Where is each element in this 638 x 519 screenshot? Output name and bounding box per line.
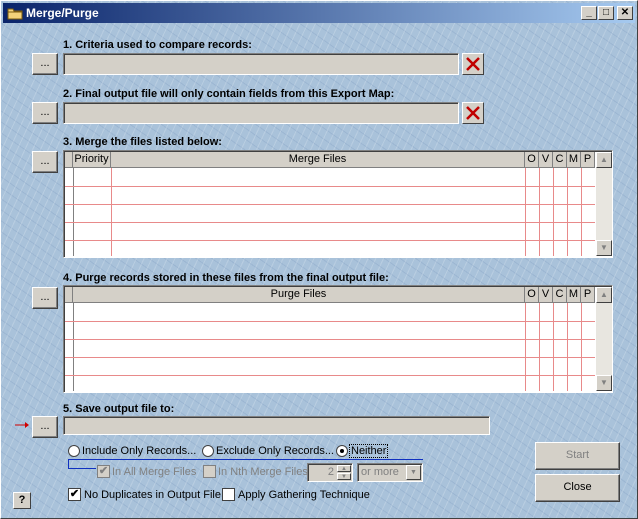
o-column-header[interactable]: O: [525, 287, 539, 303]
table-row[interactable]: [65, 375, 595, 376]
merge-browse-button[interactable]: ...: [32, 151, 58, 173]
merge-grid-header: Priority Merge Files O V C M P: [65, 152, 595, 168]
neither-radio[interactable]: [336, 445, 348, 457]
apply-gathering-checkbox[interactable]: [222, 488, 235, 501]
table-row[interactable]: [65, 186, 595, 187]
export-map-clear-button[interactable]: [462, 102, 484, 124]
grid-column-line: [567, 168, 568, 256]
merge-label: 3. Merge the files listed below:: [63, 136, 222, 148]
folder-icon: [7, 8, 23, 20]
in-all-merge-files-checkbox[interactable]: ✔: [97, 465, 110, 478]
grid-column-line: [525, 303, 526, 391]
m-column-header[interactable]: M: [567, 152, 581, 168]
purge-browse-button[interactable]: ...: [32, 287, 58, 309]
p-column-header[interactable]: P: [581, 287, 595, 303]
table-row[interactable]: [65, 222, 595, 223]
export-map-field[interactable]: [63, 102, 459, 124]
purge-files-grid[interactable]: Purge Files O V C M P ▲ ▼: [63, 285, 613, 393]
table-row[interactable]: [65, 339, 595, 340]
table-row[interactable]: [65, 204, 595, 205]
grid-column-line: [553, 303, 554, 391]
grid-column-line: [111, 168, 112, 256]
purge-grid-header: Purge Files O V C M P: [65, 287, 595, 303]
merge-files-grid[interactable]: Priority Merge Files O V C M P ▲ ▼: [63, 150, 613, 258]
no-duplicates-checkbox[interactable]: ✔: [68, 488, 81, 501]
nth-mode-select[interactable]: or more ▼: [357, 463, 423, 482]
in-nth-merge-files-checkbox[interactable]: [203, 465, 216, 478]
nth-value: 2: [327, 466, 334, 478]
window-title: Merge/Purge: [26, 6, 99, 20]
stepper-up-icon[interactable]: ▲: [337, 465, 351, 472]
o-column-header[interactable]: O: [525, 152, 539, 168]
maximize-button[interactable]: □: [598, 6, 614, 20]
row-indicator-header: [65, 152, 73, 168]
in-all-merge-files-label: In All Merge Files: [112, 466, 197, 478]
m-column-header[interactable]: M: [567, 287, 581, 303]
merge-grid-scrollbar[interactable]: ▲ ▼: [596, 152, 612, 256]
table-row[interactable]: [65, 321, 595, 322]
priority-column-header[interactable]: Priority: [73, 152, 111, 168]
apply-gathering-label[interactable]: Apply Gathering Technique: [238, 489, 370, 501]
export-map-browse-button[interactable]: ...: [32, 102, 58, 124]
grid-column-line: [581, 168, 582, 256]
merge-files-column-header[interactable]: Merge Files: [111, 152, 525, 168]
exclude-only-label[interactable]: Exclude Only Records...: [216, 445, 334, 457]
scroll-down-icon[interactable]: ▼: [596, 240, 612, 256]
chevron-down-icon[interactable]: ▼: [406, 465, 421, 480]
exclude-only-radio[interactable]: [202, 445, 214, 457]
grid-column-line: [525, 168, 526, 256]
close-button[interactable]: Close: [535, 474, 620, 502]
p-column-header[interactable]: P: [581, 152, 595, 168]
start-button[interactable]: Start: [535, 442, 620, 470]
grid-column-line: [539, 168, 540, 256]
group-bracket-bottom: [68, 468, 96, 469]
nth-mode-value: or more: [361, 466, 399, 478]
table-row[interactable]: [65, 357, 595, 358]
nth-value-stepper[interactable]: 2 ▲ ▼: [307, 463, 353, 482]
row-indicator-header: [65, 287, 73, 303]
include-only-radio[interactable]: [68, 445, 80, 457]
grid-column-line: [73, 303, 74, 391]
scroll-up-icon[interactable]: ▲: [596, 287, 612, 303]
neither-label[interactable]: Neither: [349, 444, 389, 458]
minimize-button[interactable]: _: [581, 6, 597, 20]
grid-column-line: [553, 168, 554, 256]
output-label: 5. Save output file to:: [63, 403, 175, 415]
purge-grid-scrollbar[interactable]: ▲ ▼: [596, 287, 612, 391]
export-map-label: 2. Final output file will only contain f…: [63, 88, 395, 100]
output-file-field[interactable]: [63, 416, 490, 435]
grid-column-line: [73, 168, 74, 256]
red-x-icon: [466, 57, 480, 71]
purge-label: 4. Purge records stored in these files f…: [63, 272, 389, 284]
criteria-clear-button[interactable]: [462, 53, 484, 75]
stepper-down-icon[interactable]: ▼: [337, 473, 351, 480]
c-column-header[interactable]: C: [553, 152, 567, 168]
in-nth-merge-files-label: In Nth Merge Files: [218, 466, 308, 478]
criteria-browse-button[interactable]: ...: [32, 53, 58, 75]
red-arrow-icon: [15, 422, 29, 428]
red-x-icon: [466, 106, 480, 120]
help-button[interactable]: ?: [13, 492, 31, 509]
include-only-label[interactable]: Include Only Records...: [82, 445, 196, 457]
scroll-down-icon[interactable]: ▼: [596, 375, 612, 391]
v-column-header[interactable]: V: [539, 287, 553, 303]
c-column-header[interactable]: C: [553, 287, 567, 303]
table-row[interactable]: [65, 240, 595, 241]
output-browse-button[interactable]: ...: [32, 416, 58, 438]
no-duplicates-label[interactable]: No Duplicates in Output File: [84, 489, 221, 501]
scroll-up-icon[interactable]: ▲: [596, 152, 612, 168]
criteria-field[interactable]: [63, 53, 459, 75]
grid-column-line: [581, 303, 582, 391]
v-column-header[interactable]: V: [539, 152, 553, 168]
grid-column-line: [539, 303, 540, 391]
purge-files-column-header[interactable]: Purge Files: [73, 287, 525, 303]
grid-column-line: [567, 303, 568, 391]
group-divider: [68, 459, 423, 460]
criteria-label: 1. Criteria used to compare records:: [63, 39, 252, 51]
title-bar: Merge/Purge _ □ ✕: [3, 3, 635, 23]
merge-purge-window: Merge/Purge _ □ ✕ 1. Criteria used to co…: [0, 0, 638, 519]
close-window-button[interactable]: ✕: [617, 6, 633, 20]
